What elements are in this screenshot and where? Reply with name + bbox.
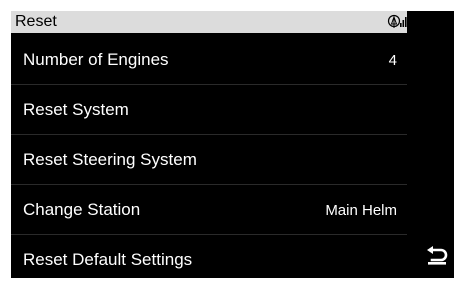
- menu-item-value: Main Helm: [325, 202, 397, 219]
- menu-item-label: Change Station: [23, 200, 141, 219]
- signal-antenna-icon: [387, 14, 407, 30]
- menu-item-label: Number of Engines: [23, 50, 169, 69]
- menu-item-change-station[interactable]: Change Station Main Helm: [11, 185, 407, 235]
- menu-item-reset-default-settings[interactable]: Reset Default Settings: [11, 235, 407, 278]
- menu-item-label: Reset Default Settings: [23, 250, 193, 269]
- menu-item-value: 4: [388, 52, 397, 69]
- menu-item-reset-steering-system[interactable]: Reset Steering System: [11, 135, 407, 185]
- page-title: Reset: [15, 13, 57, 30]
- menu-item-number-of-engines[interactable]: Number of Engines 4: [11, 35, 407, 85]
- title-bar: Reset: [11, 11, 407, 33]
- reset-screen: Reset Number of Engines 4 Reset System R…: [11, 11, 454, 278]
- settings-list: Number of Engines 4 Reset System Reset S…: [11, 35, 407, 278]
- menu-item-label: Reset Steering System: [23, 150, 197, 169]
- back-arrow-icon[interactable]: [425, 245, 449, 267]
- menu-item-reset-system[interactable]: Reset System: [11, 85, 407, 135]
- menu-item-label: Reset System: [23, 100, 129, 119]
